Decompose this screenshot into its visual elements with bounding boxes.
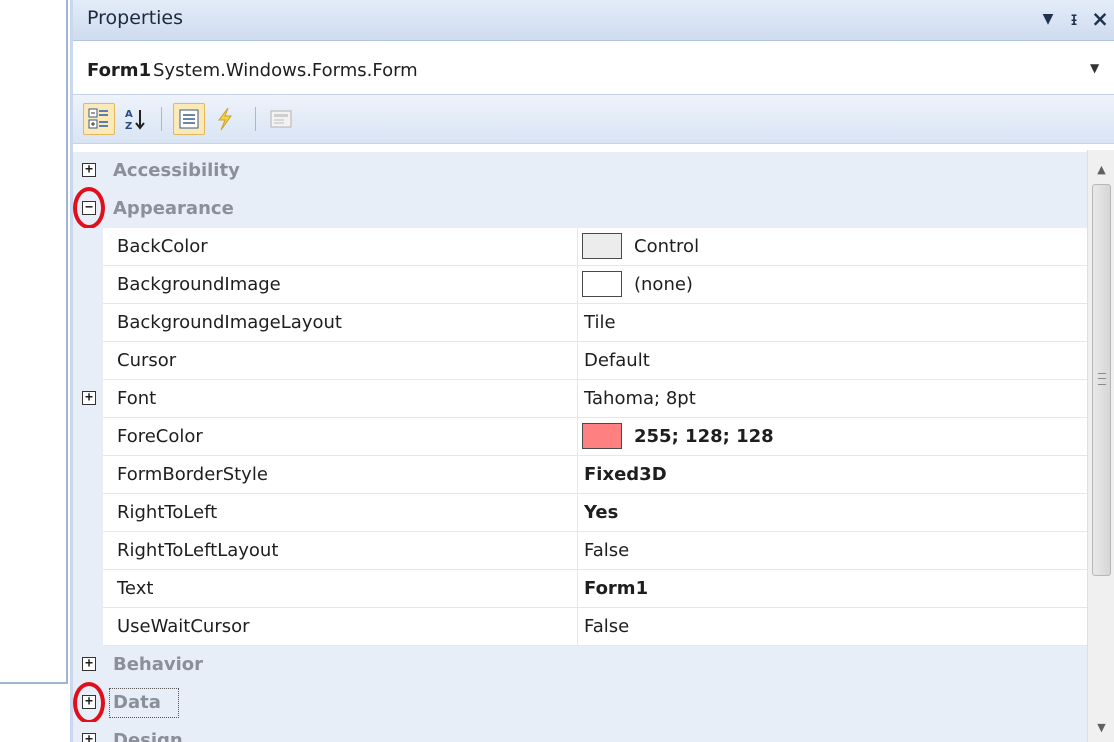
selected-object-type: System.Windows.Forms.Form [153,60,418,81]
properties-panel: Properties ▼ ᵻ × Form1 System.Windows.Fo… [73,0,1114,742]
image-swatch [582,271,622,297]
property-value[interactable]: False [578,608,1087,646]
properties-toolbar: A Z [73,94,1114,144]
property-row-forecolor[interactable]: ForeColor 255; 128; 128 [73,418,1087,456]
property-name: BackgroundImageLayout [117,312,342,333]
object-selector[interactable]: Form1 System.Windows.Forms.Form ▼ [73,50,1114,90]
property-row-righttoleftlayout[interactable]: RightToLeftLayout False [73,532,1087,570]
category-label: Appearance [113,198,234,219]
property-value[interactable]: Tahoma; 8pt [578,380,1087,418]
property-name: Text [117,578,154,599]
panel-title: Properties [87,7,184,29]
property-name: BackColor [117,236,208,257]
annotation-circle [73,187,105,229]
toolbar-separator [255,107,256,131]
chevron-down-icon[interactable]: ▼ [1090,61,1099,75]
alphabetical-button[interactable]: A Z [119,103,151,135]
properties-button[interactable] [173,103,205,135]
property-name: Font [117,388,157,409]
close-icon[interactable]: × [1088,5,1112,33]
property-name: RightToLeft [117,502,218,523]
property-row-formborderstyle[interactable]: FormBorderStyle Fixed3D [73,456,1087,494]
property-name: ForeColor [117,426,203,447]
expand-icon[interactable]: + [82,657,96,671]
property-name: Cursor [117,350,177,371]
toolbar-separator [161,107,162,131]
category-behavior[interactable]: + Behavior [73,646,1087,684]
property-name: RightToLeftLayout [117,540,279,561]
annotation-circle [73,682,105,724]
properties-titlebar: Properties ▼ ᵻ × [73,0,1114,41]
property-value[interactable]: Yes [578,494,1087,532]
color-swatch [582,423,622,449]
property-name: BackgroundImage [117,274,281,295]
property-name: UseWaitCursor [117,616,250,637]
property-value[interactable]: Form1 [578,570,1087,608]
property-row-backgroundimagelayout[interactable]: BackgroundImageLayout Tile [73,304,1087,342]
category-accessibility[interactable]: + Accessibility [73,152,1087,190]
property-row-cursor[interactable]: Cursor Default [73,342,1087,380]
designer-surface-edge [0,0,68,684]
scroll-up-icon[interactable]: ▲ [1088,158,1114,182]
vertical-scrollbar[interactable]: ▲ ▼ [1087,150,1114,742]
property-pages-icon [270,110,292,128]
property-value[interactable]: Tile [578,304,1087,342]
property-value[interactable]: Fixed3D [578,456,1087,494]
category-label: Accessibility [113,160,240,181]
color-swatch [582,233,622,259]
category-design[interactable]: + Design [73,722,1087,742]
property-value[interactable]: False [578,532,1087,570]
category-label: Design [113,730,183,742]
svg-text:Z: Z [125,121,132,131]
grip-icon [1098,373,1106,385]
property-pages-button[interactable] [265,103,297,135]
sort-alphabetical-icon: A Z [125,109,145,131]
property-grid: + Accessibility − Appearance BackColor C… [73,150,1114,742]
property-name: FormBorderStyle [117,464,268,485]
property-value[interactable]: Control [578,228,1087,266]
lightning-bolt-icon [218,107,232,131]
scroll-down-icon[interactable]: ▼ [1088,716,1114,740]
expand-icon[interactable]: + [82,733,96,742]
property-row-backcolor[interactable]: BackColor Control [73,228,1087,266]
expand-icon[interactable]: + [82,163,96,177]
property-value[interactable]: Default [578,342,1087,380]
window-position-dropdown-icon[interactable]: ▼ [1036,5,1060,33]
events-button[interactable] [209,103,241,135]
scrollbar-thumb[interactable] [1092,184,1111,576]
expand-icon[interactable]: + [82,391,96,405]
property-row-text[interactable]: Text Form1 [73,570,1087,608]
category-appearance[interactable]: − Appearance [73,187,1087,229]
category-data[interactable]: + Data [73,682,1087,724]
property-row-font[interactable]: + Font Tahoma; 8pt [73,380,1087,418]
properties-list-icon [179,109,199,129]
property-row-usewaitcursor[interactable]: UseWaitCursor False [73,608,1087,646]
property-value[interactable]: 255; 128; 128 [578,418,1087,456]
svg-text:A: A [125,109,133,120]
property-row-righttoleft[interactable]: RightToLeft Yes [73,494,1087,532]
category-label: Data [113,692,161,713]
property-row-backgroundimage[interactable]: BackgroundImage (none) [73,266,1087,304]
category-label: Behavior [113,654,204,675]
categorized-icon [88,108,108,129]
auto-hide-pin-icon[interactable]: ᵻ [1062,5,1086,33]
property-value[interactable]: (none) [578,266,1087,304]
categorized-button[interactable] [83,103,115,135]
selected-object-name: Form1 [87,60,152,81]
